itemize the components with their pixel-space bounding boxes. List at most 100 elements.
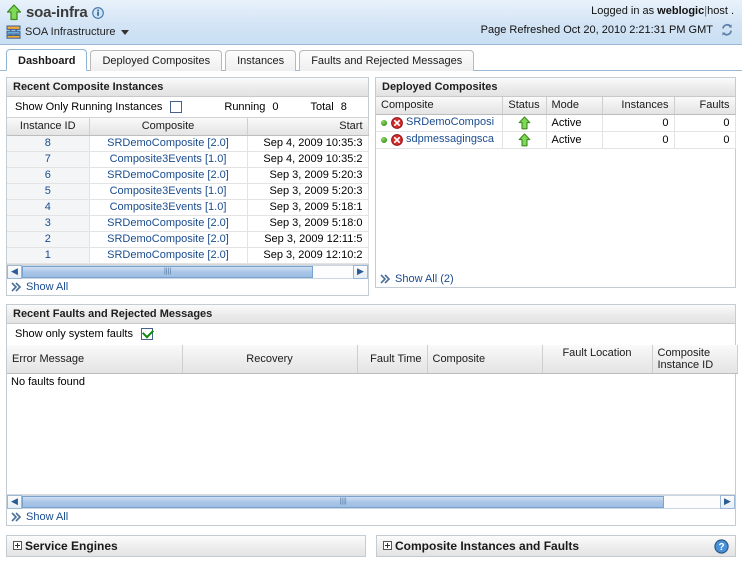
running-label: Running	[224, 101, 266, 113]
total-value: 8	[340, 101, 347, 113]
instance-id-cell[interactable]: 1	[7, 247, 90, 264]
column-header-instance-id: Instance ID	[7, 118, 90, 136]
composite-instances-faults-label: Composite Instances and Faults	[395, 538, 580, 553]
instance-id-link[interactable]: 1	[45, 249, 51, 261]
start-time-cell: Sep 3, 2009 5:18:1	[247, 199, 369, 216]
column-header-fault-time: Fault Time	[357, 344, 428, 374]
content-area: Recent Composite Instances Show Only Run…	[0, 71, 742, 557]
logged-in-prefix: Logged in as	[591, 5, 655, 17]
tab-deployed-composites[interactable]: Deployed Composites	[90, 50, 223, 71]
instance-id-link[interactable]: 4	[45, 201, 51, 213]
recent-instances-show-all[interactable]: Show All	[7, 279, 368, 295]
instance-id-link[interactable]: 7	[45, 153, 51, 165]
composite-cell[interactable]: SRDemoComposite [2.0]	[89, 167, 248, 184]
composite-name-cell[interactable]: sdpmessagingsca	[376, 131, 503, 149]
scroll-track[interactable]: ||||	[22, 264, 353, 279]
show-all-link[interactable]: Show All	[26, 511, 68, 523]
table-body: SRDemoComposi Active 0 0 sdpmessagingsca Acti…	[376, 114, 736, 149]
scroll-thumb[interactable]: ||||	[22, 495, 665, 508]
table-row: sdpmessagingsca Active 0 0	[376, 131, 736, 149]
scroll-track[interactable]: ||||	[22, 494, 720, 509]
composite-link[interactable]: SRDemoComposi	[406, 116, 494, 128]
table-row: 1 SRDemoComposite [2.0] Sep 3, 2009 12:10:…	[7, 247, 369, 264]
deployed-composites-show-all[interactable]: Show All (2)	[376, 271, 735, 287]
composite-cell[interactable]: Composite3Events [1.0]	[89, 151, 248, 168]
start-time-cell: Sep 4, 2009 10:35:2	[247, 151, 369, 168]
instance-id-cell[interactable]: 7	[7, 151, 90, 168]
composite-link[interactable]: Composite3Events [1.0]	[110, 185, 227, 197]
bottom-panels-row: Service Engines Composite Instances and …	[6, 534, 736, 557]
instance-id-link[interactable]: 8	[45, 137, 51, 149]
composite-link[interactable]: sdpmessagingsca	[406, 133, 494, 145]
recent-instances-table: Instance ID Composite Start 8 SRDemoComposi…	[7, 118, 369, 264]
start-time-cell: Sep 3, 2009 12:11:5	[247, 231, 369, 248]
help-icon[interactable]: ?	[714, 538, 729, 554]
tab-instances[interactable]: Instances	[225, 50, 297, 71]
show-all-link[interactable]: Show All (2)	[395, 273, 454, 285]
info-icon[interactable]	[91, 6, 104, 19]
start-time-cell: Sep 3, 2009 5:18:0	[247, 215, 369, 232]
scroll-right-button[interactable]: ▶	[353, 264, 368, 279]
service-engines-label: Service Engines	[25, 538, 118, 553]
recent-faults-toolbar: Show only system faults	[7, 324, 735, 345]
instance-id-link[interactable]: 3	[45, 217, 51, 229]
composite-name-cell[interactable]: SRDemoComposi	[376, 114, 503, 132]
composite-link[interactable]: SRDemoComposite [2.0]	[107, 217, 229, 229]
instance-id-link[interactable]: 6	[45, 169, 51, 181]
instance-id-cell[interactable]: 5	[7, 183, 90, 200]
composite-link[interactable]: SRDemoComposite [2.0]	[107, 169, 229, 181]
soa-infrastructure-menu[interactable]: SOA Infrastructure	[6, 23, 130, 41]
instance-id-cell[interactable]: 8	[7, 135, 90, 152]
recent-faults-empty-space	[7, 393, 735, 494]
column-header-recovery: Recovery	[182, 344, 358, 374]
start-time-cell: Sep 3, 2009 12:10:2	[247, 247, 369, 264]
instance-id-cell[interactable]: 3	[7, 215, 90, 232]
composite-cell[interactable]: SRDemoComposite [2.0]	[89, 231, 248, 248]
tab-dashboard[interactable]: Dashboard	[6, 49, 88, 71]
instance-id-link[interactable]: 2	[45, 233, 51, 245]
recent-faults-hscrollbar[interactable]: ◀ |||| ▶	[7, 493, 735, 509]
recent-faults-title: Recent Faults and Rejected Messages	[7, 304, 735, 324]
composite-link[interactable]: SRDemoComposite [2.0]	[107, 233, 229, 245]
table-row: 5 Composite3Events [1.0] Sep 3, 2009 5:20:…	[7, 183, 369, 200]
composite-cell[interactable]: SRDemoComposite [2.0]	[89, 135, 248, 152]
composite-link[interactable]: Composite3Events [1.0]	[110, 201, 227, 213]
scroll-left-button[interactable]: ◀	[7, 494, 22, 509]
table-row: 2 SRDemoComposite [2.0] Sep 3, 2009 12:11:…	[7, 231, 369, 248]
tab-faults-and-rejected-messages[interactable]: Faults and Rejected Messages	[299, 50, 475, 71]
error-red-icon[interactable]	[391, 133, 403, 146]
composite-instances-and-faults-panel-toggle[interactable]: Composite Instances and Faults ?	[376, 534, 736, 557]
chevron-down-icon[interactable]	[121, 29, 130, 35]
instance-id-link[interactable]: 5	[45, 185, 51, 197]
recent-instances-hscrollbar[interactable]: ◀ |||| ▶	[7, 263, 368, 279]
double-chevron-right-icon	[11, 281, 22, 292]
system-faults-checkbox[interactable]	[141, 328, 153, 340]
scroll-left-button[interactable]: ◀	[7, 264, 22, 279]
table-row: 8 SRDemoComposite [2.0] Sep 4, 2009 10:35:…	[7, 135, 369, 152]
instance-id-cell[interactable]: 6	[7, 167, 90, 184]
scroll-right-button[interactable]: ▶	[720, 494, 735, 509]
scroll-thumb[interactable]: ||||	[22, 265, 314, 278]
recent-composite-instances-panel: Recent Composite Instances Show Only Run…	[6, 77, 369, 296]
start-time-cell: Sep 3, 2009 5:20:3	[247, 167, 369, 184]
composite-cell[interactable]: Composite3Events [1.0]	[89, 199, 248, 216]
show-all-link[interactable]: Show All	[26, 281, 68, 293]
expand-plus-icon[interactable]	[383, 541, 392, 550]
expand-plus-icon[interactable]	[13, 541, 22, 550]
refresh-icon[interactable]	[720, 23, 734, 37]
show-running-checkbox[interactable]	[170, 101, 183, 113]
composite-cell[interactable]: Composite3Events [1.0]	[89, 183, 248, 200]
composite-link[interactable]: SRDemoComposite [2.0]	[107, 249, 229, 261]
instance-id-cell[interactable]: 4	[7, 199, 90, 216]
error-red-icon[interactable]	[391, 116, 403, 129]
page-refreshed-line: Page Refreshed Oct 20, 2010 2:21:31 PM G…	[481, 20, 734, 40]
composite-link[interactable]: SRDemoComposite [2.0]	[107, 137, 229, 149]
composite-cell[interactable]: SRDemoComposite [2.0]	[89, 215, 248, 232]
recent-faults-show-all[interactable]: Show All	[7, 509, 735, 525]
instance-id-cell[interactable]: 2	[7, 231, 90, 248]
service-engines-panel-toggle[interactable]: Service Engines	[6, 534, 366, 557]
table-row: 7 Composite3Events [1.0] Sep 4, 2009 10:35…	[7, 151, 369, 168]
composite-cell[interactable]: SRDemoComposite [2.0]	[89, 247, 248, 264]
composite-link[interactable]: Composite3Events [1.0]	[110, 153, 227, 165]
soa-infra-dashboard-page: soa-infra SOA Infrastructure Logged in a…	[0, 0, 742, 587]
